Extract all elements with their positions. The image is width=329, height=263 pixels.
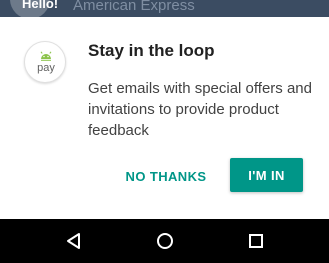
navigation-bar xyxy=(0,219,329,263)
back-triangle-icon[interactable] xyxy=(64,231,84,251)
screen: Hello! American Express pay Stay in the … xyxy=(0,0,329,263)
app-icon-text: pay xyxy=(37,62,55,74)
dialog-title: Stay in the loop xyxy=(88,41,215,60)
dialog-message: Get emails with special offers and invit… xyxy=(88,80,312,139)
recents-square-icon[interactable] xyxy=(246,231,266,251)
background-app-title: American Express xyxy=(73,0,195,14)
background-avatar-text: Hello! xyxy=(22,0,59,11)
android-pay-icon: pay xyxy=(24,41,66,83)
im-in-button[interactable]: I'M IN xyxy=(230,158,303,192)
no-thanks-button[interactable]: NO THANKS xyxy=(118,158,214,194)
stay-in-the-loop-dialog: pay Stay in the loop Get emails with spe… xyxy=(0,17,329,219)
background-app-header: Hello! American Express xyxy=(0,0,329,17)
home-circle-icon[interactable] xyxy=(155,231,175,251)
